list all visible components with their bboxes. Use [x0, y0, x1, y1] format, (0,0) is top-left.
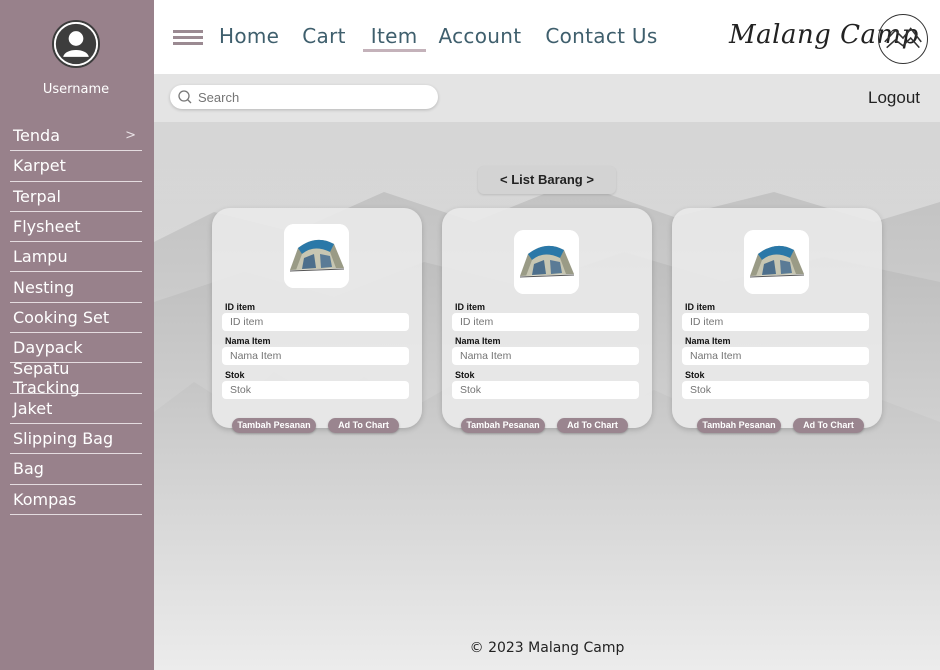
username-label: Username — [42, 82, 110, 97]
stok-field[interactable] — [222, 381, 409, 399]
search-box[interactable] — [170, 85, 438, 109]
top-header: Home Cart Item Account Contact Us Malang… — [154, 0, 940, 74]
sidebar-item-label: Tenda — [13, 126, 60, 146]
tent-icon — [284, 224, 349, 288]
sidebar-item-cooking-set[interactable]: Cooking Set — [10, 303, 142, 334]
stok-label: Stok — [455, 370, 475, 380]
search-input[interactable] — [198, 87, 428, 107]
stok-field[interactable] — [452, 381, 639, 399]
item-card: ID item Nama Item Stok Tambah Pesanan Ad… — [212, 208, 422, 433]
logout-link[interactable]: Logout — [868, 88, 920, 108]
sidebar-item-label: Karpet — [13, 156, 66, 176]
tambah-pesanan-button[interactable]: Tambah Pesanan — [232, 418, 316, 433]
item-card: ID item Nama Item Stok Tambah Pesanan Ad… — [442, 208, 652, 433]
mountain-logo-icon[interactable] — [878, 14, 928, 64]
sidebar-item-label: Jaket — [13, 398, 53, 418]
nama-item-label: Nama Item — [455, 336, 501, 346]
nav-cart[interactable]: Cart — [302, 24, 346, 52]
sidebar-item-terpal[interactable]: Terpal — [10, 182, 142, 212]
stok-label: Stok — [685, 370, 705, 380]
add-to-chart-button[interactable]: Ad To Chart — [328, 418, 399, 433]
sidebar: Username Tenda > Karpet Terpal Flysheet … — [0, 0, 154, 670]
tent-icon — [514, 230, 579, 294]
nav-item[interactable]: Item — [362, 24, 426, 52]
stok-label: Stok — [225, 370, 245, 380]
sidebar-item-label: Kompas — [13, 489, 77, 509]
sidebar-item-karpet[interactable]: Karpet — [10, 151, 142, 182]
tent-icon — [744, 230, 809, 294]
chevron-right-icon: > — [125, 128, 136, 144]
user-avatar-icon[interactable] — [52, 20, 100, 68]
nama-item-field[interactable] — [222, 347, 409, 365]
list-barang-header[interactable]: < List Barang > — [478, 166, 616, 194]
sidebar-item-label: Terpal — [13, 186, 61, 206]
search-bar-row: Logout — [154, 74, 940, 122]
id-item-label: ID item — [685, 302, 716, 312]
sidebar-item-label: Bag — [13, 459, 44, 479]
sidebar-item-label: Flysheet — [13, 217, 81, 237]
sidebar-item-label: Daypack — [13, 338, 83, 358]
item-card: ID item Nama Item Stok Tambah Pesanan Ad… — [672, 208, 882, 433]
search-icon[interactable] — [177, 89, 193, 105]
stok-field[interactable] — [682, 381, 869, 399]
nama-item-label: Nama Item — [685, 336, 731, 346]
sidebar-item-bag[interactable]: Bag — [10, 454, 142, 485]
nav-contact-us[interactable]: Contact Us — [545, 24, 657, 52]
main-content: < List Barang > ID item Nama Item Stok T… — [154, 122, 940, 670]
nama-item-field[interactable] — [682, 347, 869, 365]
sidebar-item-label: Lampu — [13, 247, 68, 267]
sidebar-item-label: Slipping Bag — [13, 429, 114, 449]
nav-account[interactable]: Account — [439, 24, 522, 52]
id-item-field[interactable] — [452, 313, 639, 331]
hamburger-icon[interactable] — [173, 30, 203, 46]
sidebar-item-flysheet[interactable]: Flysheet — [10, 212, 142, 243]
sidebar-item-lampu[interactable]: Lampu — [10, 242, 142, 273]
sidebar-item-kompas[interactable]: Kompas — [10, 485, 142, 515]
sidebar-item-slipping-bag[interactable]: Slipping Bag — [10, 424, 142, 455]
add-to-chart-button[interactable]: Ad To Chart — [557, 418, 628, 433]
sidebar-item-jaket[interactable]: Jaket — [10, 394, 142, 424]
footer-copyright: © 2023 Malang Camp — [469, 640, 625, 656]
sidebar-item-sepatu-tracking[interactable]: Sepatu Tracking — [10, 359, 142, 397]
main-nav: Home Cart Item Account Contact Us — [219, 24, 658, 52]
sidebar-item-nesting[interactable]: Nesting — [10, 272, 142, 303]
sidebar-item-label: Nesting — [13, 277, 75, 297]
add-to-chart-button[interactable]: Ad To Chart — [793, 418, 864, 433]
tambah-pesanan-button[interactable]: Tambah Pesanan — [461, 418, 545, 433]
nama-item-label: Nama Item — [225, 336, 271, 346]
sidebar-item-label: Sepatu Tracking — [13, 359, 80, 398]
sidebar-item-label: Cooking Set — [13, 307, 110, 327]
id-item-field[interactable] — [682, 313, 869, 331]
tambah-pesanan-button[interactable]: Tambah Pesanan — [697, 418, 781, 433]
sidebar-item-tenda[interactable]: Tenda > — [10, 121, 142, 152]
id-item-label: ID item — [455, 302, 486, 312]
id-item-label: ID item — [225, 302, 256, 312]
nav-home[interactable]: Home — [219, 24, 279, 52]
category-list: Tenda > Karpet Terpal Flysheet Lampu Nes… — [10, 121, 142, 515]
id-item-field[interactable] — [222, 313, 409, 331]
nama-item-field[interactable] — [452, 347, 639, 365]
